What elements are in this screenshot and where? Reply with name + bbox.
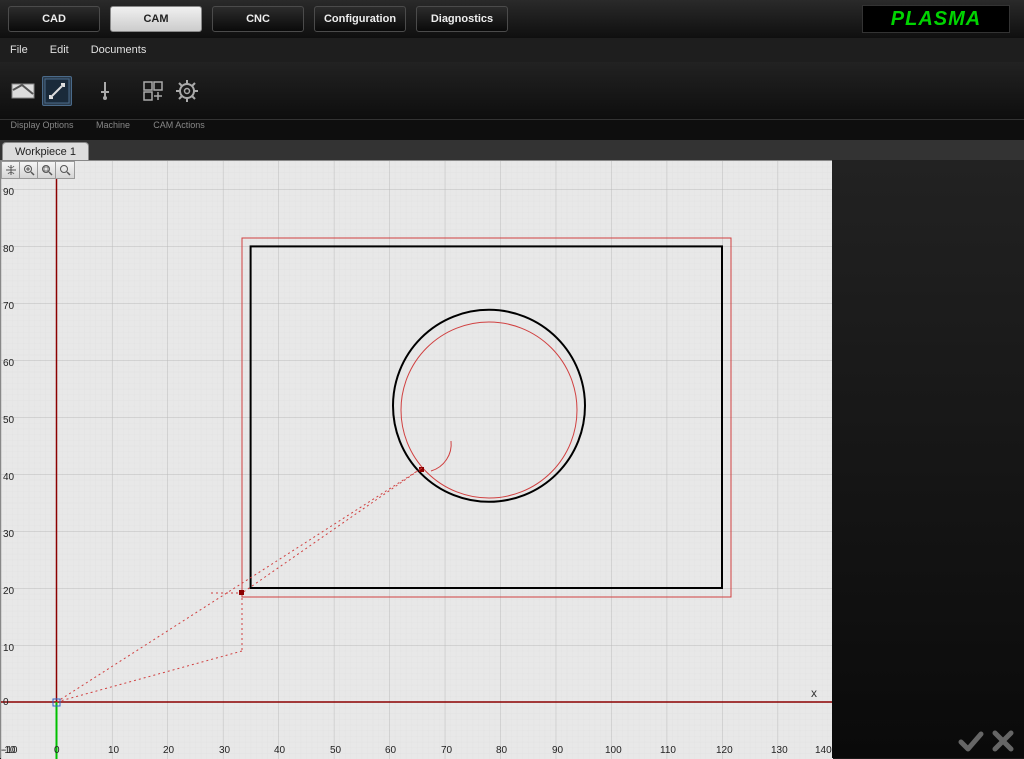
y-tick: 30 xyxy=(3,529,14,540)
menu-edit[interactable]: Edit xyxy=(50,44,69,56)
y-tick: 50 xyxy=(3,415,14,426)
configuration-tab-button[interactable]: Configuration xyxy=(314,6,406,32)
gear-icon[interactable] xyxy=(172,76,202,106)
drawing-canvas[interactable]: x xyxy=(1,161,833,759)
x-tick: 60 xyxy=(385,745,396,756)
display-options-label: Display Options xyxy=(8,120,76,140)
nest-icon[interactable] xyxy=(138,76,168,106)
x-tick: 70 xyxy=(441,745,452,756)
diagnostics-tab-button[interactable]: Diagnostics xyxy=(416,6,508,32)
y-tick: 20 xyxy=(3,586,14,597)
zoom-window-icon[interactable] xyxy=(56,162,74,178)
menu-bar: File Edit Documents xyxy=(0,38,1024,62)
x-tick: 130 xyxy=(771,745,788,756)
pan-icon[interactable] xyxy=(2,162,20,178)
brand-logo: PLASMA xyxy=(862,5,1010,33)
ribbon-toolbar xyxy=(0,62,1024,120)
menu-documents[interactable]: Documents xyxy=(91,44,147,56)
arrows-icon[interactable] xyxy=(42,76,72,106)
y-tick: 90 xyxy=(3,187,14,198)
work-area: x 90 80 70 60 50 40 30 20 10 0 -10 -10 0… xyxy=(0,160,1024,758)
y-tick: 0 xyxy=(3,697,9,708)
cnc-tab-button[interactable]: CNC xyxy=(212,6,304,32)
machine-label: Machine xyxy=(94,120,132,140)
cam-tab-button[interactable]: CAM xyxy=(110,6,202,32)
display-toggle-icon[interactable] xyxy=(8,76,38,106)
y-tick: 60 xyxy=(3,358,14,369)
y-tick: 40 xyxy=(3,472,14,483)
x-tick: 100 xyxy=(605,745,622,756)
side-panel xyxy=(832,160,1024,758)
x-tick: 140 xyxy=(815,745,832,756)
x-tick: 90 xyxy=(552,745,563,756)
cancel-icon[interactable] xyxy=(992,730,1014,752)
zoom-in-icon[interactable] xyxy=(20,162,38,178)
x-axis-label: x xyxy=(811,686,817,700)
canvas-mini-toolbar xyxy=(1,161,75,179)
ok-icon[interactable] xyxy=(958,730,984,752)
x-tick: 40 xyxy=(274,745,285,756)
x-tick: 80 xyxy=(496,745,507,756)
canvas-panel[interactable]: x 90 80 70 60 50 40 30 20 10 0 -10 -10 0… xyxy=(0,160,832,758)
display-options-group xyxy=(8,76,72,106)
y-tick: 80 xyxy=(3,244,14,255)
x-tick: -10 xyxy=(1,745,15,756)
x-tick: 50 xyxy=(330,745,341,756)
x-tick: 120 xyxy=(716,745,733,756)
machine-group xyxy=(90,76,120,106)
cad-tab-button[interactable]: CAD xyxy=(8,6,100,32)
y-tick: 10 xyxy=(3,643,14,654)
menu-file[interactable]: File xyxy=(10,44,28,56)
x-tick: 110 xyxy=(660,745,676,756)
top-bar: CAD CAM CNC Configuration Diagnostics PL… xyxy=(0,0,1024,38)
document-tabstrip: Workpiece 1 xyxy=(0,140,1024,160)
zoom-fit-icon[interactable] xyxy=(38,162,56,178)
toolbar-labels: Display Options Machine CAM Actions xyxy=(0,120,1024,140)
pierce-point-2 xyxy=(239,590,244,595)
x-tick: 20 xyxy=(163,745,174,756)
machine-icon[interactable] xyxy=(90,76,120,106)
x-tick: 10 xyxy=(108,745,119,756)
y-tick: 70 xyxy=(3,301,14,312)
cam-actions-group xyxy=(138,76,202,106)
x-tick: 30 xyxy=(219,745,230,756)
cam-actions-label: CAM Actions xyxy=(150,120,208,140)
x-tick: 0 xyxy=(54,745,60,756)
tab-workpiece-1[interactable]: Workpiece 1 xyxy=(2,142,89,160)
